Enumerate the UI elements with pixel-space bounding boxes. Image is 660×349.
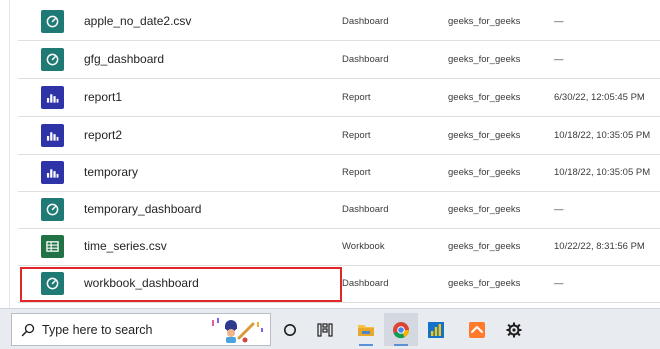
workspace-content-list: apple_no_date2.csv Dashboard geeks_for_g…	[0, 0, 660, 308]
item-type: Workbook	[342, 241, 385, 252]
search-highlight-doodle-icon	[209, 316, 267, 349]
list-item[interactable]: report2 Report geeks_for_geeks 10/18/22,…	[18, 118, 660, 155]
power-bi-icon[interactable]	[419, 313, 453, 346]
report-icon	[41, 124, 64, 147]
item-owner: geeks_for_geeks	[448, 54, 521, 65]
item-owner: geeks_for_geeks	[448, 92, 521, 103]
list-item[interactable]: apple_no_date2.csv Dashboard geeks_for_g…	[18, 4, 660, 41]
selection-highlight-box	[20, 267, 342, 302]
report-icon	[41, 161, 64, 184]
item-type: Dashboard	[342, 54, 389, 65]
taskbar-search-box[interactable]: Type here to search	[11, 313, 271, 346]
windows-taskbar: Type here to search	[0, 308, 660, 349]
item-owner: geeks_for_geeks	[448, 130, 521, 141]
list-item[interactable]: gfg_dashboard Dashboard geeks_for_geeks …	[18, 42, 660, 79]
list-item[interactable]: time_series.csv Workbook geeks_for_geeks…	[18, 229, 660, 266]
report-icon	[41, 86, 64, 109]
search-icon	[21, 323, 35, 342]
workbook-icon	[41, 235, 64, 258]
nav-pane-edge	[0, 0, 10, 308]
chrome-icon[interactable]	[384, 313, 418, 346]
settings-icon[interactable]	[497, 313, 531, 346]
cortana-icon[interactable]	[273, 313, 307, 346]
item-owner: geeks_for_geeks	[448, 167, 521, 178]
item-type: Dashboard	[342, 278, 389, 289]
item-type: Report	[342, 92, 371, 103]
item-owner: geeks_for_geeks	[448, 16, 521, 27]
list-item[interactable]: report1 Report geeks_for_geeks 6/30/22, …	[18, 80, 660, 117]
item-refreshed: —	[554, 204, 564, 215]
item-refreshed: —	[554, 16, 564, 27]
item-refreshed: 6/30/22, 12:05:45 PM	[554, 92, 645, 103]
file-explorer-icon[interactable]	[349, 313, 383, 346]
item-name[interactable]: temporary	[84, 165, 138, 179]
item-type: Dashboard	[342, 16, 389, 27]
list-item[interactable]: temporary Report geeks_for_geeks 10/18/2…	[18, 155, 660, 192]
dashboard-icon	[41, 198, 64, 221]
item-name[interactable]: apple_no_date2.csv	[84, 14, 191, 28]
search-placeholder: Type here to search	[42, 323, 153, 337]
list-item[interactable]: temporary_dashboard Dashboard geeks_for_…	[18, 192, 660, 229]
item-refreshed: —	[554, 278, 564, 289]
dashboard-icon	[41, 48, 64, 71]
item-refreshed: —	[554, 54, 564, 65]
item-type: Report	[342, 167, 371, 178]
item-name[interactable]: report1	[84, 90, 122, 104]
item-type: Dashboard	[342, 204, 389, 215]
item-name[interactable]: temporary_dashboard	[84, 202, 201, 216]
sublime-text-icon[interactable]	[460, 313, 494, 346]
item-name[interactable]: gfg_dashboard	[84, 52, 164, 66]
item-type: Report	[342, 130, 371, 141]
item-owner: geeks_for_geeks	[448, 204, 521, 215]
item-refreshed: 10/18/22, 10:35:05 PM	[554, 130, 651, 141]
item-refreshed: 10/22/22, 8:31:56 PM	[554, 241, 645, 252]
item-name[interactable]: time_series.csv	[84, 239, 167, 253]
item-owner: geeks_for_geeks	[448, 278, 521, 289]
task-view-icon[interactable]	[308, 313, 342, 346]
item-refreshed: 10/18/22, 10:35:05 PM	[554, 167, 651, 178]
item-name[interactable]: report2	[84, 128, 122, 142]
dashboard-icon	[41, 10, 64, 33]
item-owner: geeks_for_geeks	[448, 241, 521, 252]
